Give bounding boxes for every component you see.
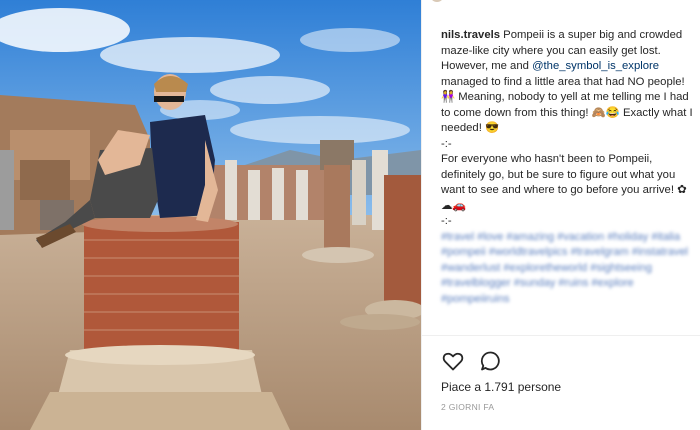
caption-mention-link[interactable]: @the_symbol_is_explore [532, 60, 659, 72]
post-caption: nils.travels Pompeii is a super big and … [441, 28, 697, 307]
post-photo[interactable] [0, 0, 421, 430]
caption-username[interactable]: nils.travels [441, 29, 500, 41]
caption-hashtags[interactable]: #travel #love #amazing #vacation #holida… [441, 230, 697, 308]
caption-text-part3: For everyone who hasn't been to Pompeii,… [441, 153, 687, 212]
heart-outline-icon[interactable] [441, 349, 465, 373]
comments-panel: nils.travels Pompeii is a super big and … [422, 0, 700, 430]
caption-text-part2: managed to find a little area that had N… [441, 75, 693, 135]
speech-bubble-icon[interactable] [479, 349, 503, 373]
caption-divider-1: -:- [441, 137, 452, 150]
caption-divider-2: -:- [441, 215, 452, 227]
section-separator [422, 335, 700, 336]
post-date[interactable]: 2 GIORNI FA [441, 402, 494, 412]
post-actions [441, 349, 503, 373]
likes-count[interactable]: Piace a 1.791 persone [441, 380, 561, 394]
